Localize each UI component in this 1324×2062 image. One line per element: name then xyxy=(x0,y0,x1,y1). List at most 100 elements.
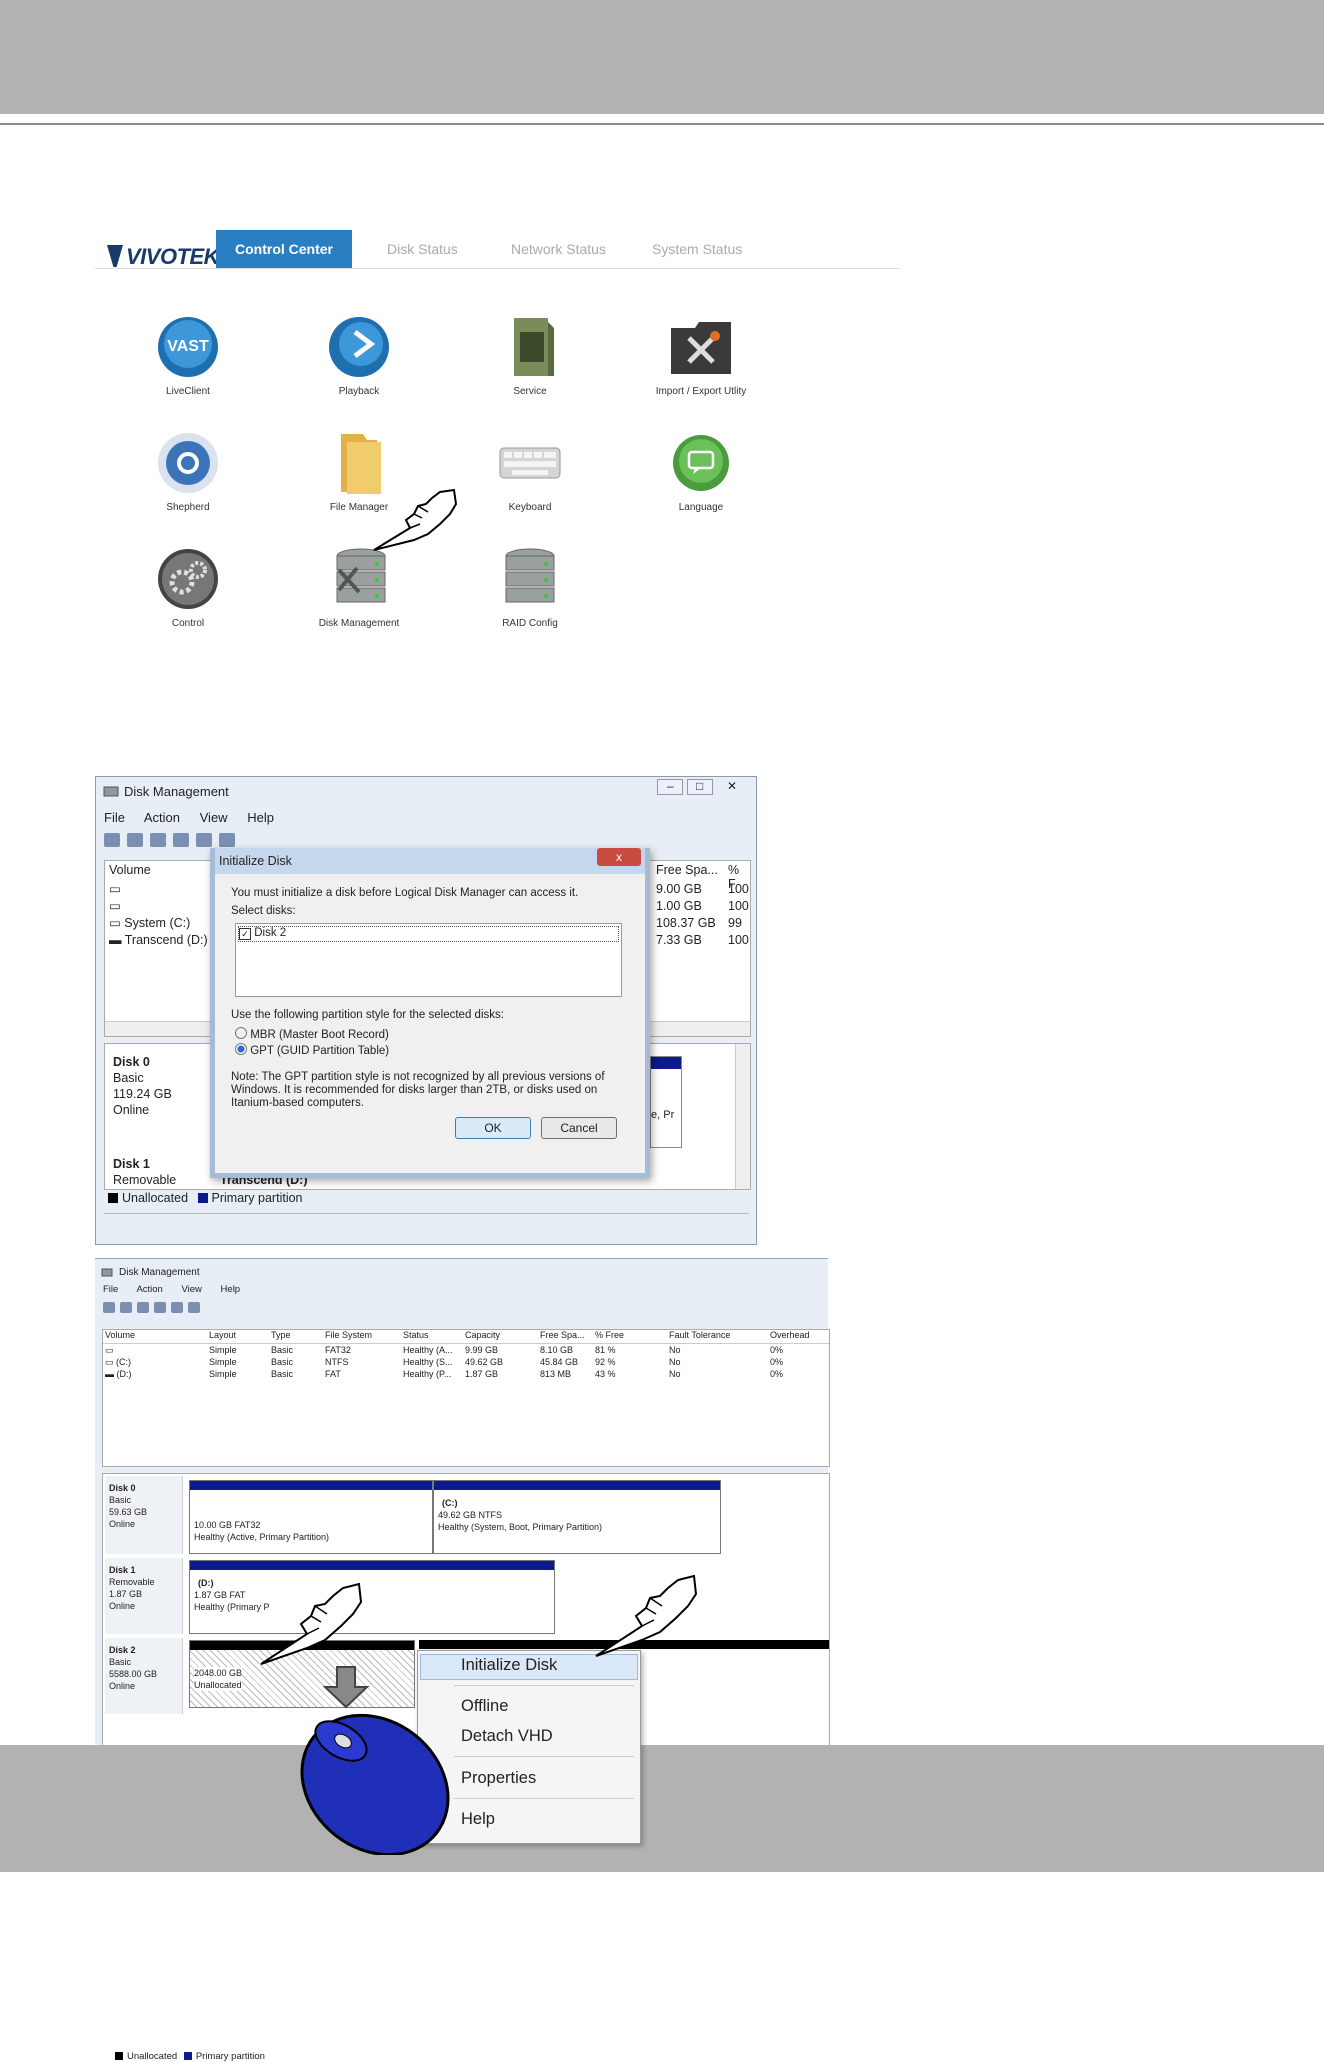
drive-icon: ▭ xyxy=(109,899,121,913)
menu-initialize-disk[interactable]: Initialize Disk xyxy=(461,1656,557,1675)
menu-help[interactable]: Help xyxy=(247,810,274,825)
cell-volume: ▬ (D:) xyxy=(105,1369,132,1379)
partition-c[interactable]: (C:) 49.62 GB NTFS Healthy (System, Boot… xyxy=(433,1480,721,1554)
app-language[interactable]: Language xyxy=(626,430,776,513)
volume-row[interactable]: ▭ System (C:) xyxy=(109,915,208,932)
partition-fragment[interactable]: e, Pr xyxy=(650,1056,682,1148)
column-free-space[interactable]: Free Spa... xyxy=(656,863,718,877)
partition-d[interactable]: (D:) 1.87 GB FAT Healthy (Primary P xyxy=(189,1560,555,1634)
disk-list-item[interactable]: ✓ Disk 2 xyxy=(238,926,619,942)
app-liveclient[interactable]: VAST LiveClient xyxy=(113,314,263,397)
disk-checkbox[interactable]: ✓ xyxy=(239,928,251,940)
menu-view[interactable]: View xyxy=(181,1284,201,1295)
disk1-label[interactable]: Disk 1 Removable 1.87 GB Online xyxy=(105,1558,183,1634)
partition-fat32[interactable]: 10.00 GB FAT32 Healthy (Active, Primary … xyxy=(189,1480,433,1554)
footer-band xyxy=(0,1745,1324,1872)
cell-type: Basic xyxy=(271,1357,294,1367)
column-status[interactable]: Status xyxy=(403,1330,429,1340)
close-button[interactable]: ✕ xyxy=(716,780,748,794)
column-free-space[interactable]: Free Spa... xyxy=(540,1330,585,1340)
control-center-tabs: VIVOTEK Control Center Disk Status Netwo… xyxy=(95,230,900,269)
menu-help[interactable]: Help xyxy=(221,1284,241,1295)
app-raid-config[interactable]: RAID Config xyxy=(455,546,605,629)
app-import-export[interactable]: Import / Export Utlity xyxy=(626,314,776,397)
app-shepherd[interactable]: Shepherd xyxy=(113,430,263,513)
volume-row[interactable]: ▭ xyxy=(109,898,208,915)
column-layout[interactable]: Layout xyxy=(209,1330,236,1340)
forward-icon[interactable] xyxy=(127,833,143,847)
table-row[interactable]: ▭ (C:) Simple Basic NTFS Healthy (S... 49.62 … xyxy=(103,1357,829,1369)
table-row[interactable]: ▬ (D:) Simple Basic FAT Healthy (P... 1.87 GB… xyxy=(103,1369,829,1381)
help-icon[interactable] xyxy=(173,833,189,847)
menu-view[interactable]: View xyxy=(200,810,228,825)
back-icon[interactable] xyxy=(103,1302,115,1313)
maximize-button[interactable]: □ xyxy=(686,779,713,795)
cell-volume: ▭ xyxy=(105,1345,114,1356)
column-percent-free[interactable]: % Free xyxy=(595,1330,624,1340)
mbr-option[interactable]: MBR (Master Boot Record) xyxy=(235,1027,389,1041)
shepherd-icon xyxy=(152,430,224,496)
gpt-option[interactable]: GPT (GUID Partition Table) xyxy=(235,1043,389,1057)
dialog-close-button[interactable]: x xyxy=(597,848,641,866)
delete-icon[interactable] xyxy=(219,833,235,847)
volume-name: (D:) xyxy=(116,1369,132,1379)
column-overhead[interactable]: Overhead xyxy=(770,1330,810,1340)
cell-status: Healthy (P... xyxy=(403,1369,452,1379)
disk2-label[interactable]: Disk 2 Basic 5588.00 GB Online xyxy=(105,1638,183,1714)
volume-row[interactable]: ▭ xyxy=(109,881,208,898)
language-icon xyxy=(665,430,737,496)
menu-separator xyxy=(454,1798,634,1799)
column-file-system[interactable]: File System xyxy=(325,1330,372,1340)
app-service[interactable]: Service xyxy=(455,314,605,397)
app-keyboard[interactable]: Keyboard xyxy=(455,430,605,513)
tab-network-status[interactable]: Network Status xyxy=(511,230,606,268)
cancel-button[interactable]: Cancel xyxy=(541,1117,617,1139)
minimize-button[interactable]: – xyxy=(657,779,684,795)
column-volume[interactable]: Volume xyxy=(105,1330,135,1340)
tab-control-center[interactable]: Control Center xyxy=(216,230,352,268)
mbr-radio[interactable] xyxy=(235,1027,247,1039)
app-control[interactable]: Control xyxy=(113,546,263,629)
view-icon[interactable] xyxy=(150,833,166,847)
disk-management-icon xyxy=(323,546,395,612)
volume-row[interactable]: ▬ Transcend (D:) xyxy=(109,932,208,949)
help-icon[interactable] xyxy=(154,1302,166,1313)
app-playback[interactable]: Playback xyxy=(284,314,434,397)
cell-file-system: NTFS xyxy=(325,1357,349,1367)
disk1-label[interactable]: Disk 1 Removable xyxy=(113,1156,176,1188)
menu-action[interactable]: Action xyxy=(144,810,180,825)
app-label: Shepherd xyxy=(166,502,210,513)
back-icon[interactable] xyxy=(104,833,120,847)
table-row[interactable]: ▭ Simple Basic FAT32 Healthy (A... 9.99 GB 8.… xyxy=(103,1345,829,1357)
service-icon xyxy=(494,314,566,380)
gpt-radio[interactable] xyxy=(235,1043,247,1055)
column-capacity[interactable]: Capacity xyxy=(465,1330,500,1340)
properties-icon[interactable] xyxy=(196,833,212,847)
disk0-label[interactable]: Disk 0 Basic 59.63 GB Online xyxy=(105,1476,183,1554)
tab-disk-status[interactable]: Disk Status xyxy=(387,230,458,268)
vast-liveclient-icon: VAST xyxy=(152,314,224,380)
menu-action[interactable]: Action xyxy=(136,1284,162,1295)
refresh-icon[interactable] xyxy=(188,1302,200,1313)
disk0-label[interactable]: Disk 0 Basic 119.24 GB Online xyxy=(113,1054,172,1118)
column-fault-tolerance[interactable]: Fault Tolerance xyxy=(669,1330,730,1340)
tab-system-status[interactable]: System Status xyxy=(652,230,742,268)
cell-percent-free: 92 % xyxy=(595,1357,616,1367)
legend: Unallocated Primary partition xyxy=(108,1191,303,1205)
percent-free-values: 100 100 99 100 xyxy=(728,882,749,947)
column-type[interactable]: Type xyxy=(271,1330,291,1340)
app-label: Playback xyxy=(338,386,380,397)
forward-icon[interactable] xyxy=(120,1302,132,1313)
vertical-scrollbar[interactable] xyxy=(735,1044,750,1189)
properties-icon[interactable] xyxy=(171,1302,183,1313)
toolbar xyxy=(103,1300,205,1322)
app-disk-management[interactable]: Disk Management xyxy=(284,546,434,629)
initialize-disk-dialog: Initialize Disk x You must initialize a … xyxy=(210,848,650,1178)
menu-file[interactable]: File xyxy=(104,810,125,825)
cell-overhead: 0% xyxy=(770,1357,784,1367)
column-volume[interactable]: Volume xyxy=(109,863,151,877)
menu-file[interactable]: File xyxy=(103,1284,118,1295)
ok-button[interactable]: OK xyxy=(455,1117,531,1139)
dialog-titlebar: Initialize Disk x xyxy=(215,848,645,874)
view-icon[interactable] xyxy=(137,1302,149,1313)
